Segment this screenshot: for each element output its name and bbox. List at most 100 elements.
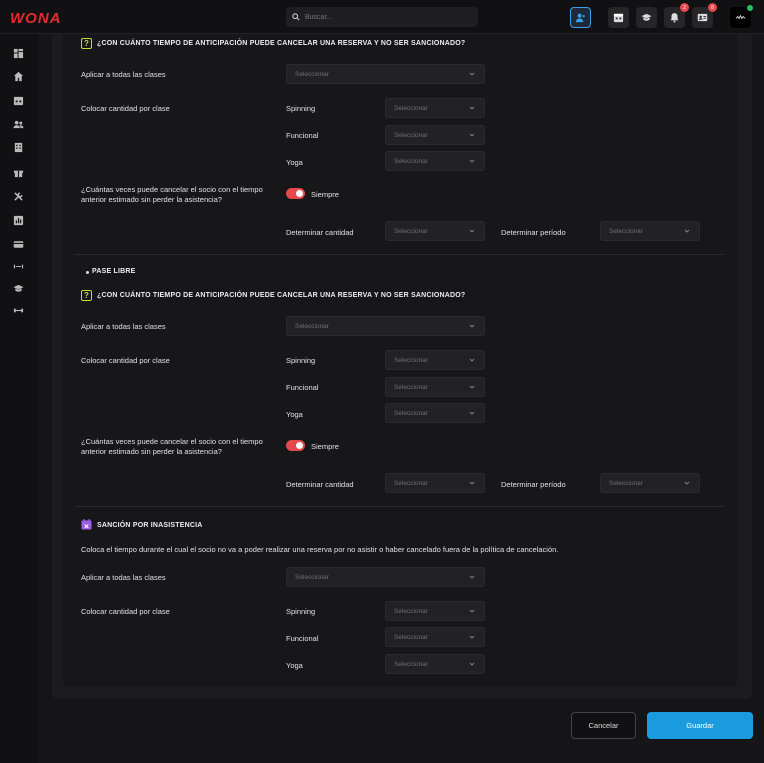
class-select-spinning[interactable]: Seleccionar bbox=[385, 601, 485, 621]
bullet-icon bbox=[86, 271, 89, 274]
chevron-down-icon bbox=[469, 635, 475, 639]
class-select-yoga[interactable]: Seleccionar bbox=[385, 151, 485, 171]
period-select[interactable]: Seleccionar bbox=[600, 221, 700, 241]
class-select-yoga[interactable]: Seleccionar bbox=[385, 403, 485, 423]
select-value: Seleccionar bbox=[295, 573, 329, 581]
apply-all-select[interactable]: Seleccionar bbox=[286, 316, 485, 336]
gift-icon bbox=[13, 170, 24, 178]
profile-avatar-button[interactable] bbox=[730, 5, 753, 28]
sidebar-item-stats[interactable] bbox=[12, 214, 25, 227]
sidebar-item-gym[interactable] bbox=[12, 304, 25, 317]
class-name: Yoga bbox=[286, 661, 303, 670]
per-class-label: Colocar cantidad por clase bbox=[81, 356, 170, 365]
sanction-description: Coloca el tiempo durante el cual el soci… bbox=[81, 545, 559, 554]
select-value: Seleccionar bbox=[394, 356, 428, 364]
class-select-funcional[interactable]: Seleccionar bbox=[385, 125, 485, 145]
class-name: Funcional bbox=[286, 131, 319, 140]
home-icon bbox=[13, 71, 24, 82]
section-title: ¿CON CUÁNTO TIEMPO DE ANTICIPACIÓN PUEDE… bbox=[97, 292, 466, 299]
cancel-button[interactable]: Cancelar bbox=[571, 712, 636, 739]
toggle-label: Siempre bbox=[311, 442, 339, 451]
select-value: Seleccionar bbox=[394, 607, 428, 615]
add-user-icon bbox=[575, 13, 586, 23]
contacts-button[interactable]: 8 bbox=[692, 3, 717, 28]
section-title: ¿CON CUÁNTO TIEMPO DE ANTICIPACIÓN PUEDE… bbox=[97, 40, 466, 47]
sidebar-item-access[interactable] bbox=[12, 260, 25, 273]
sidebar-item-tools[interactable] bbox=[12, 190, 25, 203]
search-input[interactable]: Buscar... bbox=[305, 14, 332, 21]
chevron-down-icon bbox=[469, 159, 475, 163]
sidebar-item-products[interactable] bbox=[12, 166, 25, 179]
question-icon: ? bbox=[81, 38, 92, 49]
cancel-times-question: ¿Cuántas veces puede cancelar el socio c… bbox=[81, 437, 263, 456]
chevron-down-icon bbox=[469, 575, 475, 579]
select-value: Seleccionar bbox=[394, 227, 428, 235]
select-value: Seleccionar bbox=[394, 633, 428, 641]
amount-select[interactable]: Seleccionar bbox=[385, 473, 485, 493]
sidebar-item-classes[interactable] bbox=[12, 282, 25, 295]
divider bbox=[75, 254, 724, 255]
class-select-funcional[interactable]: Seleccionar bbox=[385, 377, 485, 397]
always-toggle[interactable] bbox=[286, 440, 305, 451]
select-value: Seleccionar bbox=[394, 383, 428, 391]
select-value: Seleccionar bbox=[394, 104, 428, 112]
sidebar-item-calendar[interactable] bbox=[12, 94, 25, 107]
chevron-down-icon bbox=[469, 72, 475, 76]
turnstile-icon bbox=[13, 264, 24, 269]
chevron-down-icon bbox=[469, 106, 475, 110]
sidebar-item-members[interactable] bbox=[12, 118, 25, 131]
chevron-down-icon bbox=[469, 411, 475, 415]
per-class-label: Colocar cantidad por clase bbox=[81, 104, 170, 113]
class-select-spinning[interactable]: Seleccionar bbox=[385, 98, 485, 118]
sidebar-item-reports[interactable] bbox=[12, 141, 25, 154]
avatar-icon bbox=[735, 14, 746, 20]
classes-button[interactable] bbox=[636, 7, 657, 28]
chart-icon bbox=[13, 215, 24, 226]
select-value: Seleccionar bbox=[295, 70, 329, 78]
calendar-icon bbox=[13, 96, 24, 106]
chevron-down-icon bbox=[684, 481, 690, 485]
chevron-down-icon bbox=[469, 358, 475, 362]
chevron-down-icon bbox=[469, 133, 475, 137]
amount-select[interactable]: Seleccionar bbox=[385, 221, 485, 241]
sidebar-item-dashboard[interactable] bbox=[12, 47, 25, 60]
contacts-badge: 8 bbox=[708, 3, 717, 12]
apply-all-select[interactable]: Seleccionar bbox=[286, 64, 485, 84]
toggle-label: Siempre bbox=[311, 190, 339, 199]
sidebar-item-home[interactable] bbox=[12, 70, 25, 83]
graduation-cap-icon bbox=[13, 284, 24, 292]
cancel-times-question: ¿Cuántas veces puede cancelar el socio c… bbox=[81, 185, 263, 204]
calendar-icon bbox=[613, 13, 624, 23]
sidebar-item-payments[interactable] bbox=[12, 238, 25, 251]
save-button[interactable]: Guardar bbox=[647, 712, 753, 739]
apply-all-select[interactable]: Seleccionar bbox=[286, 567, 485, 587]
chevron-down-icon bbox=[469, 385, 475, 389]
always-toggle[interactable] bbox=[286, 188, 305, 199]
notifications-button[interactable]: 2 bbox=[664, 3, 689, 28]
class-name: Yoga bbox=[286, 410, 303, 419]
app-logo[interactable]: WONA bbox=[10, 10, 62, 27]
notifications-badge: 2 bbox=[680, 3, 689, 12]
dashboard-icon bbox=[13, 48, 24, 59]
amount-label: Determinar cantidad bbox=[286, 228, 354, 237]
class-select-spinning[interactable]: Seleccionar bbox=[385, 350, 485, 370]
class-select-yoga[interactable]: Seleccionar bbox=[385, 654, 485, 674]
divider bbox=[75, 506, 724, 507]
online-status-dot bbox=[747, 5, 753, 11]
calendar-button[interactable] bbox=[608, 7, 629, 28]
select-value: Seleccionar bbox=[394, 409, 428, 417]
period-select[interactable]: Seleccionar bbox=[600, 473, 700, 493]
id-card-icon bbox=[697, 13, 708, 22]
chevron-down-icon bbox=[469, 662, 475, 666]
select-value: Seleccionar bbox=[609, 227, 643, 235]
class-select-funcional[interactable]: Seleccionar bbox=[385, 627, 485, 647]
chevron-down-icon bbox=[469, 324, 475, 328]
search-box[interactable]: Buscar... bbox=[286, 7, 478, 27]
select-value: Seleccionar bbox=[394, 131, 428, 139]
add-user-button[interactable] bbox=[570, 7, 591, 28]
apply-all-label: Aplicar a todas las clases bbox=[81, 573, 166, 582]
dumbbell-icon bbox=[13, 308, 24, 313]
graduation-cap-icon bbox=[641, 13, 652, 21]
class-name: Yoga bbox=[286, 158, 303, 167]
bell-icon bbox=[670, 13, 679, 23]
